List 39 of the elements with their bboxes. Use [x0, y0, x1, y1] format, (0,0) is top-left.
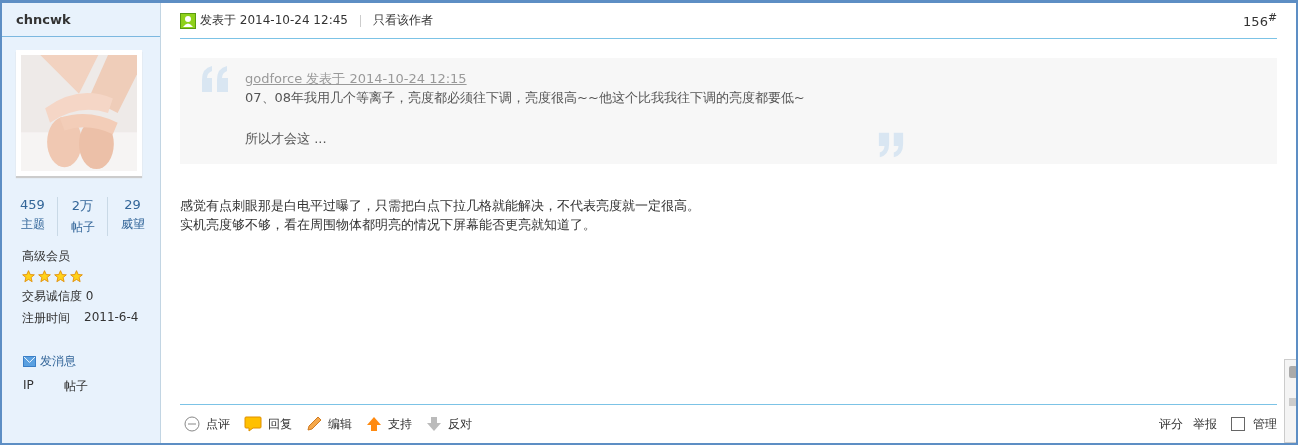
only-author-link[interactable]: 只看该作者 [372, 12, 433, 29]
envelope-icon [23, 356, 36, 367]
comment-icon [184, 416, 200, 432]
send-message-link[interactable]: 发消息 [2, 327, 160, 370]
stat-value[interactable]: 29 [124, 197, 141, 212]
action-link[interactable]: 评分 [1159, 415, 1183, 433]
checkbox[interactable] [1231, 417, 1245, 431]
close-quote-icon [877, 132, 905, 158]
user-group: 高级会员 [22, 248, 160, 265]
quote-text: 07、08年我用几个等离子，亮度都必须往下调，亮度很高~~他这个比我我往下调的亮度都要低~ [245, 89, 805, 107]
action-link[interactable]: 举报 [1193, 415, 1217, 433]
down-arrow-icon [426, 416, 442, 432]
trade-credit: 交易诚信度 0 [22, 288, 95, 305]
post-text: 感觉有点刺眼那是白电平过曝了，只需把白点下拉几格就能解决，不代表亮度就一定很高。 [180, 197, 701, 215]
ip-text: 帖子 [63, 378, 88, 395]
post-time: 发表于 2014-10-24 12:45 [200, 12, 348, 29]
stat-label[interactable]: 帖子 [70, 219, 95, 236]
user-icon [180, 12, 196, 29]
stat-value[interactable]: 2万 [71, 197, 94, 215]
action-link[interactable]: 回复 [244, 415, 292, 433]
username[interactable]: chncwk [2, 3, 160, 37]
action-link[interactable]: 反对 [426, 415, 472, 433]
floor-number[interactable]: 156$^{#}$ [1243, 11, 1277, 30]
action-link[interactable]: 编辑 [306, 415, 352, 433]
pencil-icon [306, 416, 322, 432]
action-link[interactable]: 支持 [366, 415, 412, 433]
checkbox-label[interactable]: 管理 [1253, 415, 1277, 433]
register-date: 2011-6-4 [84, 310, 139, 326]
register-label: 注册时间 [22, 310, 70, 327]
open-quote-icon [200, 66, 230, 92]
quote-text: 所以才会这 ... [245, 130, 327, 148]
stat-value[interactable]: 459 [20, 197, 45, 212]
stat-label[interactable]: 威望 [120, 216, 145, 233]
speech-bubble-icon [244, 416, 262, 432]
up-arrow-icon [366, 416, 382, 432]
post-text: 实机亮度够不够，看在周围物体都明亮的情况下屏幕能否更亮就知道了。 [180, 216, 597, 234]
stat-label[interactable]: 主题 [20, 216, 45, 233]
ip-text: IP [23, 378, 34, 394]
action-link[interactable]: 点评 [184, 415, 230, 433]
